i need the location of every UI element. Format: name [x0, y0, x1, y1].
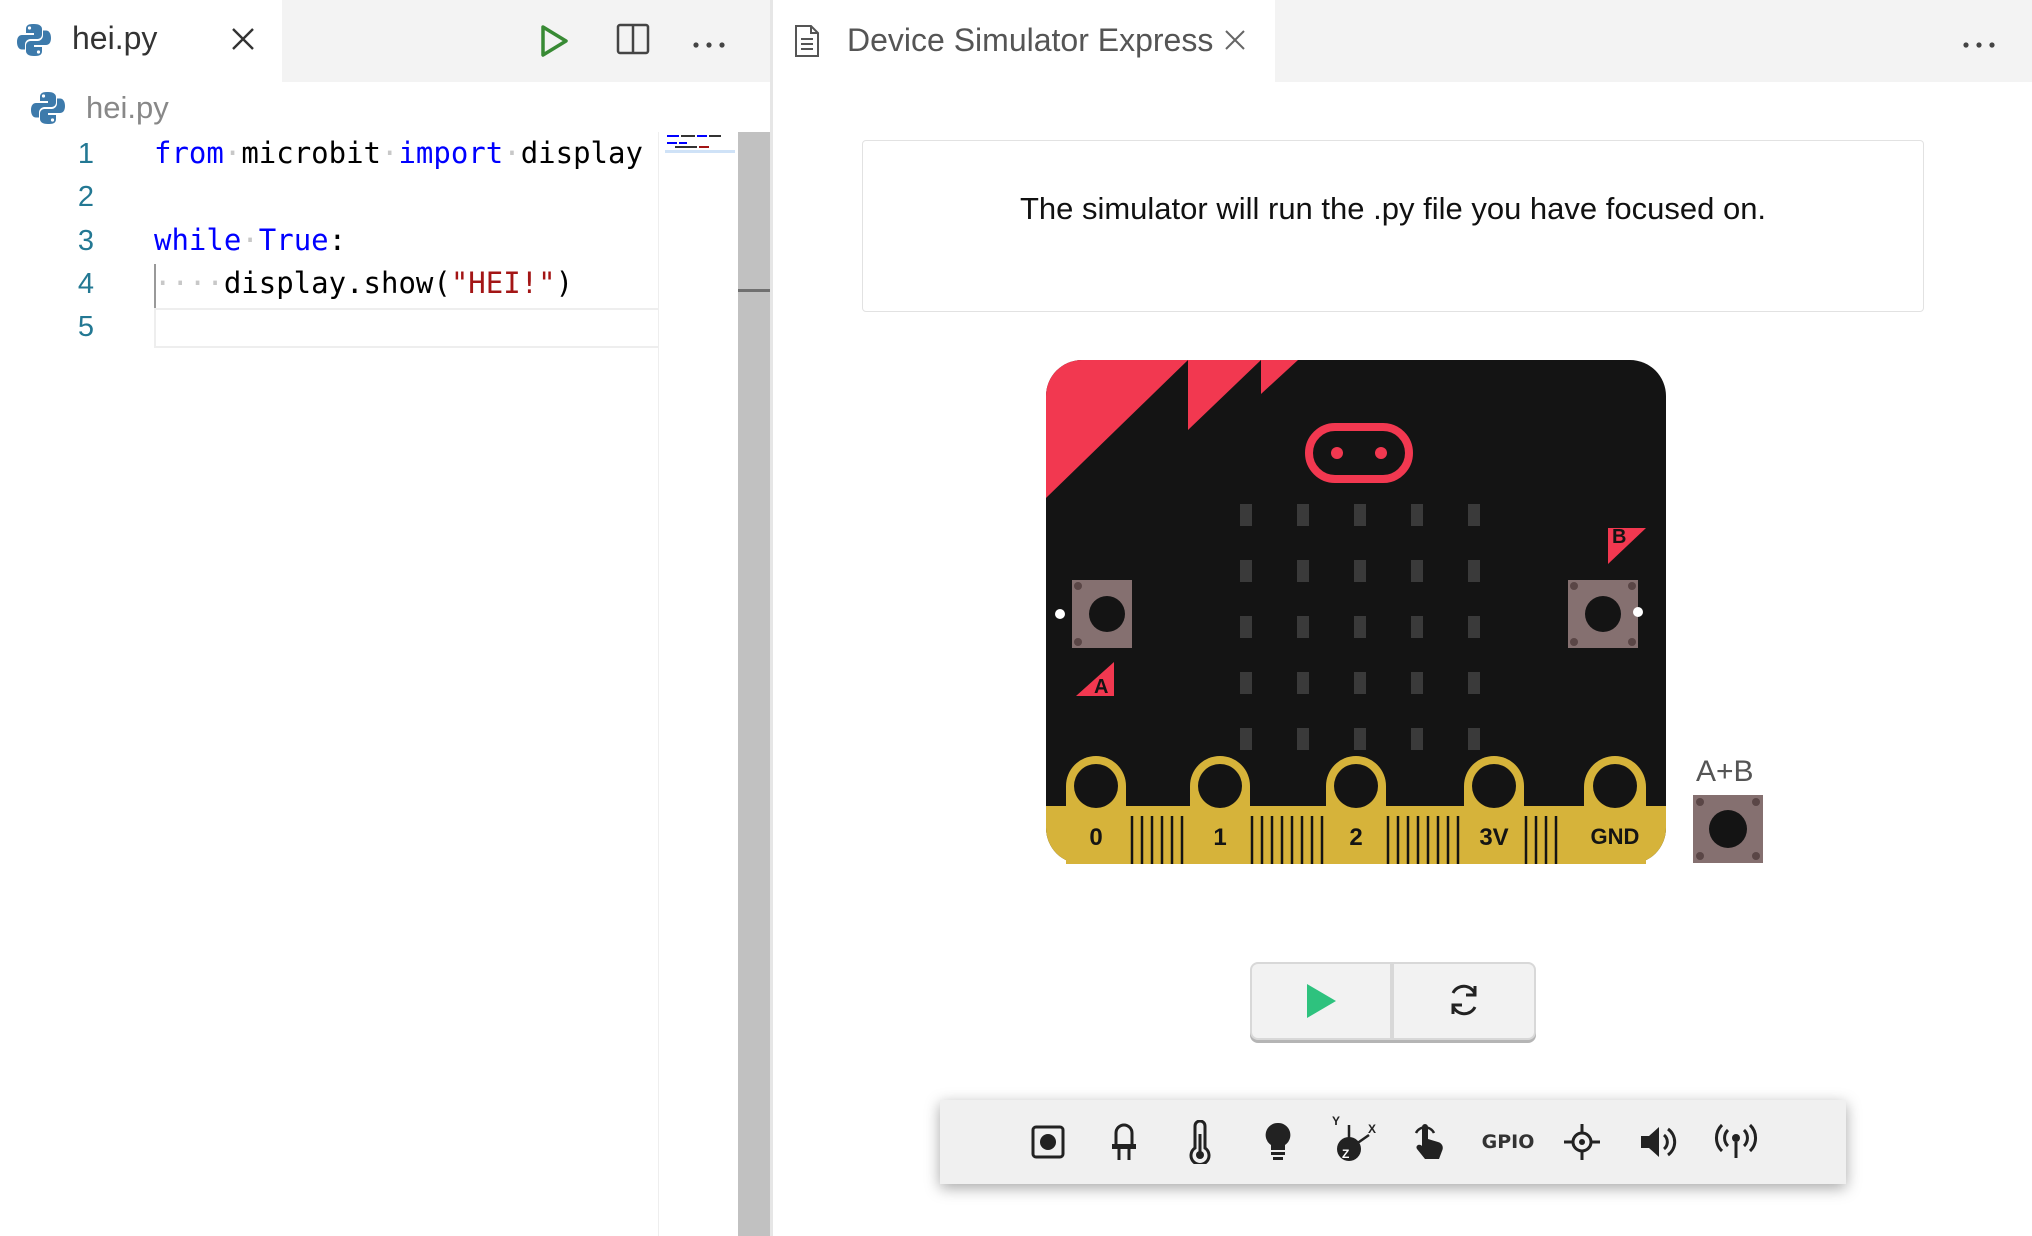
close-icon[interactable]	[1223, 28, 1247, 57]
split-editor-icon[interactable]	[616, 22, 650, 61]
code-line-3[interactable]: while·True:	[154, 223, 346, 257]
keyword-token: True	[258, 223, 329, 257]
axis-y-label: Y	[1332, 1114, 1341, 1128]
sensor-toolbar: Y X Z GPIO	[940, 1100, 1846, 1184]
simulator-notice: The simulator will run the .py file you …	[862, 140, 1924, 312]
pin-3v[interactable]: 3V	[1464, 756, 1524, 864]
code-token: display	[520, 136, 643, 170]
pin-hole	[1074, 764, 1118, 808]
pin-label: 2	[1349, 824, 1363, 851]
notice-text: The simulator will run the .py file you …	[1019, 191, 1767, 226]
code-token: display.show(	[223, 266, 451, 300]
pin-1[interactable]: 1	[1190, 756, 1250, 864]
play-icon	[1307, 984, 1336, 1018]
keyword-token: from	[154, 136, 224, 170]
breadcrumb-python-icon	[30, 90, 66, 131]
led-matrix	[1240, 504, 1480, 750]
current-line-highlight	[154, 308, 658, 348]
scrollbar-position-marker	[738, 289, 770, 292]
radio-icon[interactable]	[1708, 1114, 1764, 1170]
gpio-button[interactable]: GPIO	[1470, 1114, 1546, 1170]
document-icon	[793, 24, 821, 63]
code-token: :	[328, 223, 347, 257]
line-number: 2	[77, 181, 94, 213]
code-line-1[interactable]: from·microbit·import·display	[154, 136, 643, 170]
ab-label: A+B	[1696, 755, 1754, 788]
pin-label: 1	[1213, 824, 1227, 851]
simulator-controls	[1250, 962, 1536, 1040]
pin-label: 0	[1089, 824, 1103, 851]
code-token: microbit	[241, 136, 381, 170]
code-line-4[interactable]: ····display.show("HEI!")	[154, 266, 573, 300]
breadcrumb[interactable]: hei.py	[86, 90, 169, 126]
python-icon	[16, 22, 52, 63]
pin-2[interactable]: 2	[1326, 756, 1386, 864]
line-number: 1	[77, 138, 94, 170]
axis-x-label: X	[1368, 1122, 1377, 1136]
microbit-board: A B 0 1 2 3V GND	[1046, 360, 1666, 871]
axis-z-label: Z	[1342, 1147, 1350, 1161]
pin-hole	[1198, 764, 1242, 808]
more-actions-icon[interactable]	[692, 36, 726, 54]
tab-device-simulator[interactable]: Device Simulator Express	[773, 0, 1275, 82]
button-b[interactable]	[1566, 578, 1646, 650]
string-token: "HEI!"	[450, 266, 556, 300]
microbit-logo[interactable]	[1304, 422, 1414, 484]
button-a[interactable]	[1052, 578, 1132, 650]
whitespace-token: ····	[154, 266, 224, 300]
tab-label: hei.py	[72, 20, 158, 56]
button-b-label: B	[1612, 526, 1627, 548]
button-a-label: A	[1094, 676, 1109, 698]
more-actions-icon[interactable]	[1962, 36, 1996, 54]
button-ab[interactable]	[1692, 794, 1764, 864]
pin-label: 3V	[1479, 824, 1509, 851]
accelerometer-icon[interactable]: Y X Z	[1326, 1114, 1382, 1170]
gpio-label: GPIO	[1481, 1131, 1535, 1153]
push-button-icon[interactable]	[1020, 1114, 1076, 1170]
compass-icon[interactable]	[1554, 1114, 1610, 1170]
light-bulb-icon[interactable]	[1250, 1114, 1306, 1170]
line-number: 4	[77, 268, 94, 300]
pin-0[interactable]: 0	[1066, 756, 1126, 864]
code-token: )	[555, 266, 574, 300]
editor-group-divider[interactable]	[770, 0, 773, 1236]
tab-label: Device Simulator Express	[847, 22, 1214, 58]
speaker-icon[interactable]	[1630, 1114, 1686, 1170]
pin-hole	[1593, 764, 1637, 808]
minimap[interactable]	[658, 132, 739, 1236]
pin-gnd[interactable]: GND	[1584, 756, 1646, 864]
pin-hole	[1472, 764, 1516, 808]
touch-icon[interactable]	[1402, 1114, 1458, 1170]
line-number: 5	[77, 311, 94, 343]
refresh-icon	[1451, 984, 1477, 1016]
refresh-button[interactable]	[1392, 962, 1536, 1040]
keyword-token: while	[154, 223, 242, 257]
run-icon[interactable]	[538, 24, 570, 63]
keyword-token: import	[398, 136, 504, 170]
tab-hei-py[interactable]: hei.py	[0, 0, 282, 82]
line-number: 3	[77, 225, 94, 257]
pin-label: GND	[1590, 824, 1640, 849]
pin-hole	[1334, 764, 1378, 808]
thermometer-icon[interactable]	[1172, 1114, 1228, 1170]
play-button[interactable]	[1250, 962, 1392, 1040]
close-icon[interactable]	[230, 26, 256, 57]
led-icon[interactable]	[1096, 1114, 1152, 1170]
vertical-scrollbar[interactable]	[738, 132, 770, 1236]
